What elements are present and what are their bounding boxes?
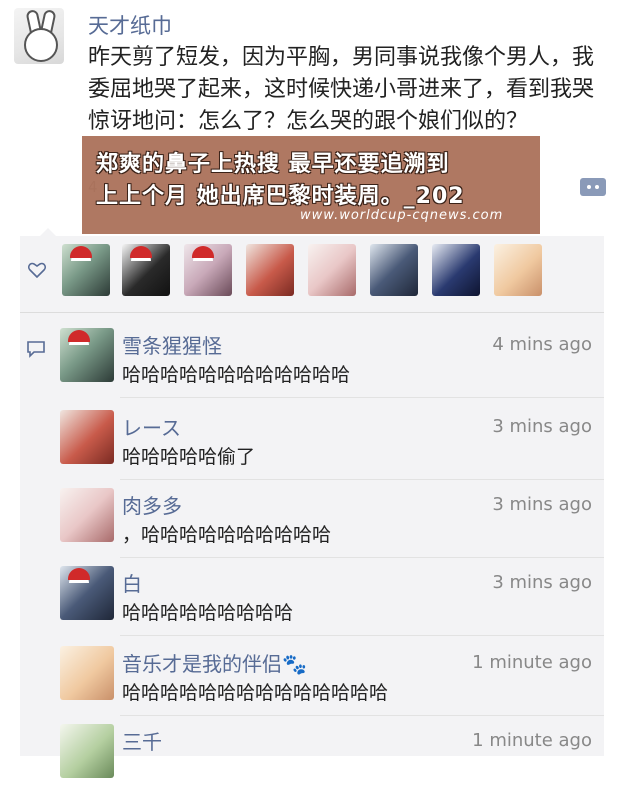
commenter-avatar[interactable] bbox=[60, 488, 114, 542]
like-avatar[interactable] bbox=[184, 244, 232, 296]
author-avatar[interactable] bbox=[14, 8, 64, 64]
commenter-avatar[interactable] bbox=[60, 566, 114, 620]
more-options-button[interactable] bbox=[580, 178, 606, 196]
commenter-name[interactable]: 肉多多 bbox=[122, 490, 182, 519]
commenter-avatar[interactable] bbox=[60, 724, 114, 778]
comment-time: 1 minute ago bbox=[472, 730, 592, 751]
like-avatar[interactable] bbox=[432, 244, 480, 296]
comment-text: 哈哈哈哈哈偷了 bbox=[122, 446, 256, 468]
comment-separator bbox=[120, 479, 604, 480]
comment-time: 3 mins ago bbox=[492, 572, 592, 593]
divider bbox=[20, 312, 604, 313]
comment-item[interactable]: 肉多多 3 mins ago ，哈哈哈哈哈哈哈哈哈哈 bbox=[20, 482, 604, 558]
comment-item[interactable]: 雪条猩猩怪 4 mins ago 哈哈哈哈哈哈哈哈哈哈哈哈 bbox=[20, 322, 604, 398]
comment-time: 3 mins ago bbox=[492, 494, 592, 515]
commenter-avatar[interactable] bbox=[60, 328, 114, 382]
comment-text: ，哈哈哈哈哈哈哈哈哈哈 bbox=[122, 524, 332, 546]
commenter-avatar[interactable] bbox=[60, 646, 114, 700]
like-avatar[interactable] bbox=[370, 244, 418, 296]
comment-text: 哈哈哈哈哈哈哈哈哈哈哈哈 bbox=[122, 364, 351, 386]
comment-separator bbox=[120, 635, 604, 636]
watermark-overlay: 郑爽的鼻子上热搜 最早还要追溯到 上上个月 她出席巴黎时装周。_202 www.… bbox=[82, 136, 540, 234]
comment-time: 3 mins ago bbox=[492, 416, 592, 437]
overlay-line-1: 郑爽的鼻子上热搜 最早还要追溯到 bbox=[96, 152, 450, 177]
comment-item[interactable]: レース 3 mins ago 哈哈哈哈哈偷了 bbox=[20, 404, 604, 480]
author-name[interactable]: 天才纸巾 bbox=[88, 10, 172, 40]
commenter-name[interactable]: 雪条猩猩怪 bbox=[122, 330, 222, 359]
like-avatar[interactable] bbox=[62, 244, 110, 296]
commenter-avatar[interactable] bbox=[60, 410, 114, 464]
like-avatar[interactable] bbox=[308, 244, 356, 296]
comment-separator bbox=[120, 557, 604, 558]
post-text: 昨天剪了短发，因为平胸，男同事说我像个男人，我委屈地哭了起来，这时候快递小哥进来… bbox=[88, 45, 595, 134]
comment-item[interactable]: 音乐才是我的伴侣🐾 1 minute ago 哈哈哈哈哈哈哈哈哈哈哈哈哈哈 bbox=[20, 640, 604, 716]
comment-item[interactable]: 白 3 mins ago 哈哈哈哈哈哈哈哈哈 bbox=[20, 560, 604, 636]
overlay-line-2: 上上个月 她出席巴黎时装周。_202 bbox=[96, 184, 465, 209]
like-avatar[interactable] bbox=[494, 244, 542, 296]
likes-row bbox=[20, 236, 604, 304]
commenter-name[interactable]: 三千 bbox=[122, 726, 162, 755]
commenter-name[interactable]: 白 bbox=[122, 568, 142, 597]
commenter-name[interactable]: 音乐才是我的伴侣🐾 bbox=[122, 648, 307, 677]
commenter-name[interactable]: レース bbox=[122, 412, 181, 441]
like-avatar[interactable] bbox=[246, 244, 294, 296]
comment-item[interactable]: 三千 1 minute ago bbox=[20, 718, 604, 794]
comment-text: 哈哈哈哈哈哈哈哈哈哈哈哈哈哈 bbox=[122, 682, 389, 704]
feedback-panel: 雪条猩猩怪 4 mins ago 哈哈哈哈哈哈哈哈哈哈哈哈 レース 3 mins… bbox=[20, 228, 604, 778]
comment-separator bbox=[120, 715, 604, 716]
comment-text: 哈哈哈哈哈哈哈哈哈 bbox=[122, 602, 294, 624]
comment-separator bbox=[120, 397, 604, 398]
comment-time: 1 minute ago bbox=[472, 652, 592, 673]
heart-icon bbox=[28, 262, 46, 278]
comment-time: 4 mins ago bbox=[492, 334, 592, 355]
overlay-url: www.worldcup-cqnews.com bbox=[300, 208, 504, 223]
like-avatar[interactable] bbox=[122, 244, 170, 296]
